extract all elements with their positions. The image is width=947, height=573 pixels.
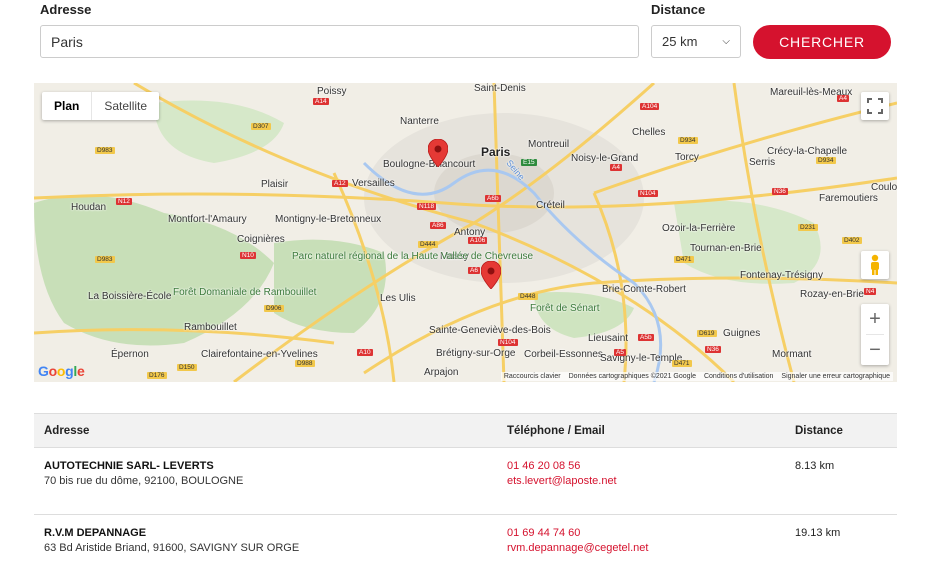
email-link[interactable]: rvm.depannage@cegetel.net [507, 542, 648, 554]
results-table: Adresse Téléphone / Email Distance AUTOT… [34, 413, 897, 573]
place-saint-denis: Saint-Denis [474, 83, 526, 94]
zoom-out-button[interactable]: − [861, 335, 889, 365]
place-montigny: Montigny-le-Bretonneux [275, 214, 382, 225]
place-noisy: Noisy-le-Grand [571, 153, 639, 164]
place-arpajon: Arpajon [424, 367, 459, 378]
street-view-pegman-button[interactable] [861, 251, 889, 279]
place-montreuil: Montreuil [528, 139, 570, 150]
place-ozoir: Ozoir-la-Ferrière [662, 223, 736, 234]
place-la-boissiere: La Boissière-École [88, 291, 172, 302]
garage-distance: 8.13 km [795, 460, 835, 472]
zoom-control: + − [861, 304, 889, 365]
place-nanterre: Nanterre [400, 116, 439, 127]
distance-selected-value: 25 km [662, 34, 698, 49]
minus-icon: − [869, 338, 881, 361]
place-brie: Brie-Comte-Robert [602, 284, 686, 295]
header-distance: Distance [795, 425, 843, 437]
phone-link[interactable]: 01 46 20 08 56 [507, 460, 580, 472]
place-houdan: Houdan [71, 202, 107, 213]
place-foret-rambouillet: Forêt Domaniale de Rambouillet [173, 287, 317, 298]
zoom-in-button[interactable]: + [861, 304, 889, 334]
place-lieusaint: Lieusaint [588, 333, 629, 344]
place-rozay: Rozay-en-Brie [800, 289, 864, 300]
place-tournan: Tournan-en-Brie [690, 243, 762, 254]
place-crecy: Crécy-la-Chapelle [767, 146, 848, 157]
distance-label: Distance [651, 2, 706, 17]
place-rambouillet: Rambouillet [184, 322, 237, 333]
report-error-link[interactable]: Signaler une erreur cartographique [781, 373, 890, 380]
fullscreen-icon [867, 98, 883, 114]
place-chelles: Chelles [632, 127, 666, 138]
pegman-icon [871, 254, 879, 275]
garage-address: 70 bis rue du dôme, 92100, BOULOGNE [44, 475, 244, 487]
map-type-control: Plan Satellite [42, 92, 160, 120]
header-address: Adresse [44, 425, 90, 437]
place-poissy: Poissy [317, 86, 347, 97]
email-link[interactable]: ets.levert@laposte.net [507, 475, 617, 487]
place-guignes: Guignes [723, 328, 761, 339]
place-coulommiers: Coulo [871, 182, 897, 193]
place-corbeil: Corbeil-Essonnes [524, 349, 603, 360]
garage-name: AUTOTECHNIE SARL- LEVERTS [44, 460, 214, 472]
chevron-down-icon: ⌵ [722, 36, 730, 47]
garage-address: 63 Bd Aristide Briand, 91600, SAVIGNY SU… [44, 542, 300, 554]
place-clairefontaine: Clairefontaine-en-Yvelines [201, 349, 318, 360]
place-bretigny: Brétigny-sur-Orge [436, 348, 516, 359]
place-sainte-genevieve: Sainte-Geneviève-des-Bois [429, 325, 551, 336]
garage-distance: 19.13 km [795, 527, 841, 539]
google-logo: Google [38, 363, 85, 379]
terms-link[interactable]: Conditions d'utilisation [704, 373, 773, 380]
map-marker-icon[interactable] [428, 139, 448, 167]
place-faremoutiers: Faremoutiers [819, 193, 878, 204]
header-contact: Téléphone / Email [507, 425, 605, 437]
place-foret-senart: Forêt de Sénart [530, 303, 600, 314]
search-button[interactable]: CHERCHER [753, 25, 891, 59]
fullscreen-button[interactable] [861, 92, 889, 120]
map[interactable]: Paris Saint-Denis Nanterre Boulogne-Bill… [34, 83, 897, 382]
map-type-plan-button[interactable]: Plan [42, 92, 93, 120]
place-parc-chevreuse: Parc naturel régional de la Haute Vallée… [292, 251, 533, 262]
place-paris: Paris [481, 145, 511, 159]
place-creteil: Créteil [536, 200, 565, 211]
map-attribution: Raccourcis clavier Données cartographiqu… [500, 372, 893, 381]
phone-link[interactable]: 01 69 44 74 60 [507, 527, 580, 539]
garage-name: R.V.M DEPANNAGE [44, 527, 147, 539]
place-serris: Serris [749, 157, 776, 168]
keyboard-shortcuts-link[interactable]: Raccourcis clavier [504, 373, 561, 380]
place-coignieres: Coignières [237, 234, 285, 245]
table-row: AUTOTECHNIE SARL- LEVERTS 70 bis rue du … [34, 448, 897, 515]
distance-select[interactable]: 25 km ⌵ [651, 25, 741, 58]
map-marker-icon[interactable] [481, 261, 501, 289]
map-data-credit: Données cartographiques ©2021 Google [568, 373, 696, 380]
address-input[interactable] [40, 25, 639, 58]
table-row: R.V.M DEPANNAGE 63 Bd Aristide Briand, 9… [34, 515, 897, 573]
place-versailles: Versailles [352, 178, 395, 189]
place-les-ulis: Les Ulis [380, 293, 416, 304]
place-fontenay: Fontenay-Trésigny [740, 270, 823, 281]
map-type-satellite-button[interactable]: Satellite [92, 92, 159, 120]
place-torcy: Torcy [675, 152, 699, 163]
place-plaisir: Plaisir [261, 179, 289, 190]
place-mormant: Mormant [772, 349, 812, 360]
address-label: Adresse [40, 2, 92, 17]
place-epernon: Épernon [111, 349, 149, 360]
table-header: Adresse Téléphone / Email Distance [34, 413, 897, 448]
plus-icon: + [869, 307, 881, 330]
place-montfort: Montfort-l'Amaury [168, 214, 247, 225]
place-savigny: Savigny-le-Temple [600, 353, 683, 364]
